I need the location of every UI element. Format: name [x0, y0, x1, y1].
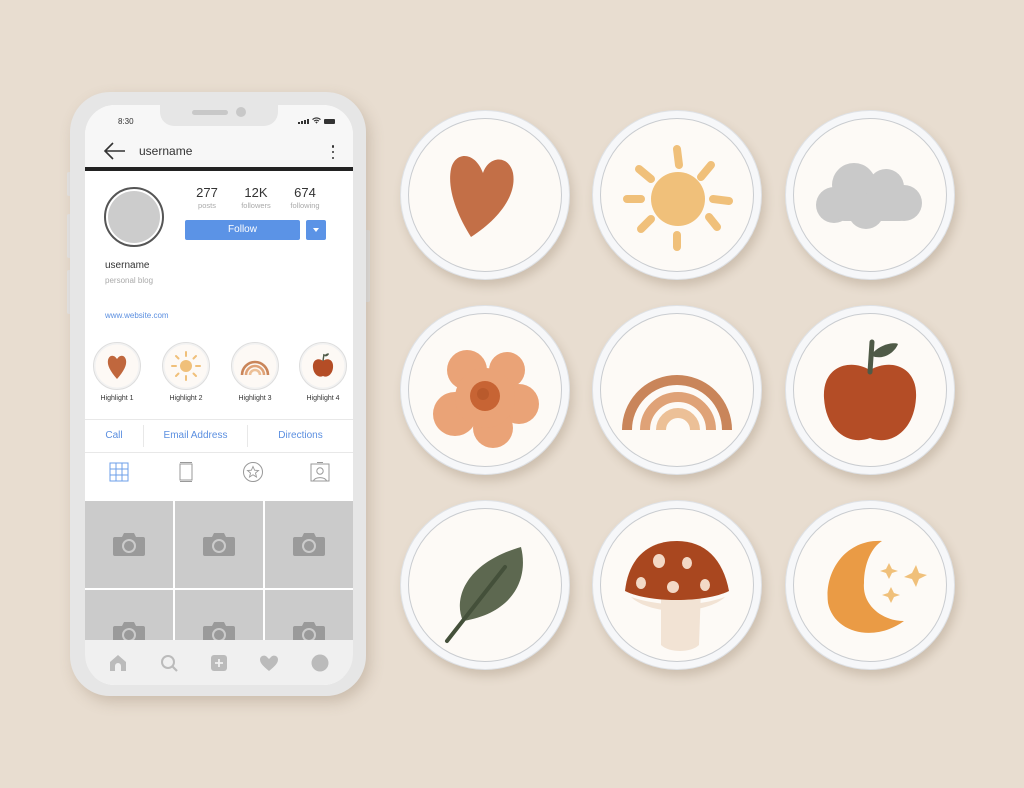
- wifi-icon: [312, 117, 321, 124]
- stat-value: 12K: [244, 185, 268, 200]
- highlight-label: Highlight 4: [306, 395, 340, 402]
- follow-dropdown-button[interactable]: [306, 220, 326, 240]
- stat-following[interactable]: 674 following: [283, 185, 327, 210]
- profile-tabs: [85, 453, 353, 491]
- email-button[interactable]: Email Address: [143, 425, 248, 447]
- stat-posts[interactable]: 277 posts: [185, 185, 229, 210]
- speaker-grille: [192, 110, 228, 115]
- highlight-cover-flower[interactable]: [400, 305, 570, 475]
- stat-label: posts: [198, 201, 216, 210]
- story-highlights: Highlight 1 Highlight 2 Highlight 3 High…: [85, 342, 353, 406]
- profile-bio: personal blog: [105, 276, 154, 285]
- highlight-cover-rainbow[interactable]: [592, 305, 762, 475]
- search-icon[interactable]: [159, 653, 179, 673]
- arrow-left-icon[interactable]: [103, 141, 127, 161]
- contact-buttons: Call Email Address Directions: [85, 419, 353, 453]
- stat-value: 277: [196, 185, 218, 200]
- sun-icon: [171, 351, 201, 381]
- stat-label: followers: [241, 201, 271, 210]
- tab-favorites[interactable]: [219, 453, 286, 491]
- profile-stats: 277 posts 12K followers 674 following: [185, 185, 327, 210]
- flower-icon: [433, 350, 539, 448]
- status-time: 8:30: [118, 117, 134, 126]
- star-icon: [242, 462, 263, 482]
- camera-icon: [293, 533, 325, 556]
- heart-icon: [107, 355, 127, 379]
- add-post-icon[interactable]: [209, 653, 229, 673]
- signal-icon: [298, 119, 309, 124]
- highlight-item[interactable]: Highlight 3: [229, 342, 281, 402]
- rainbow-icon: [622, 375, 732, 431]
- tab-tagged[interactable]: [286, 453, 353, 491]
- post-placeholder[interactable]: [265, 501, 353, 588]
- follow-button[interactable]: Follow: [185, 220, 300, 240]
- highlight-cover-mushroom[interactable]: [592, 500, 762, 670]
- heart-icon: [450, 155, 514, 237]
- feed-icon: [179, 462, 192, 482]
- apple-icon: [312, 353, 334, 377]
- stat-value: 674: [294, 185, 316, 200]
- apple-icon: [823, 339, 917, 441]
- camera-icon: [203, 533, 235, 556]
- front-camera: [236, 107, 246, 117]
- heart-icon[interactable]: [259, 653, 279, 673]
- avatar[interactable]: [104, 187, 164, 247]
- grid-icon: [109, 462, 128, 482]
- tab-feed[interactable]: [152, 453, 219, 491]
- directions-button[interactable]: Directions: [248, 420, 353, 452]
- bottom-nav: [85, 640, 353, 685]
- cloud-icon: [816, 163, 922, 229]
- highlight-cover-sun[interactable]: [592, 110, 762, 280]
- call-button[interactable]: Call: [85, 420, 143, 452]
- tab-grid[interactable]: [85, 453, 152, 491]
- highlight-cover-moon[interactable]: [785, 500, 955, 670]
- battery-icon: [324, 119, 335, 124]
- stat-label: following: [290, 201, 320, 210]
- profile-website-link[interactable]: www.website.com: [105, 311, 169, 320]
- camera-icon: [113, 533, 145, 556]
- profile-nav-bar: username: [85, 133, 353, 171]
- highlight-cover-apple[interactable]: [785, 305, 955, 475]
- nav-username: username: [139, 144, 193, 158]
- moon-icon: [827, 540, 927, 633]
- mushroom-icon: [625, 541, 729, 651]
- highlight-label: Highlight 1: [100, 395, 134, 402]
- highlight-item[interactable]: Highlight 1: [91, 342, 143, 402]
- profile-icon[interactable]: [310, 653, 330, 673]
- stat-followers[interactable]: 12K followers: [234, 185, 278, 210]
- phone-screen: 8:30 username 277 posts 12K followers 67…: [85, 105, 353, 685]
- highlight-item[interactable]: Highlight 2: [160, 342, 212, 402]
- leaf-icon: [445, 547, 523, 643]
- highlight-cover-cloud[interactable]: [785, 110, 955, 280]
- rainbow-icon: [240, 360, 270, 376]
- highlight-label: Highlight 2: [169, 395, 203, 402]
- phone-notch: [160, 105, 278, 126]
- highlight-cover-leaf[interactable]: [400, 500, 570, 670]
- sun-icon: [623, 145, 733, 251]
- post-placeholder[interactable]: [175, 501, 263, 588]
- post-placeholder[interactable]: [85, 501, 173, 588]
- profile-name: username: [105, 260, 150, 271]
- highlight-cover-heart[interactable]: [400, 110, 570, 280]
- tagged-user-icon: [310, 462, 329, 482]
- home-icon[interactable]: [108, 653, 128, 673]
- more-vertical-icon[interactable]: [331, 145, 335, 159]
- highlight-label: Highlight 3: [238, 395, 272, 402]
- phone-mockup: 8:30 username 277 posts 12K followers 67…: [70, 92, 366, 696]
- post-grid: [85, 501, 353, 677]
- highlight-item[interactable]: Highlight 4: [297, 342, 349, 402]
